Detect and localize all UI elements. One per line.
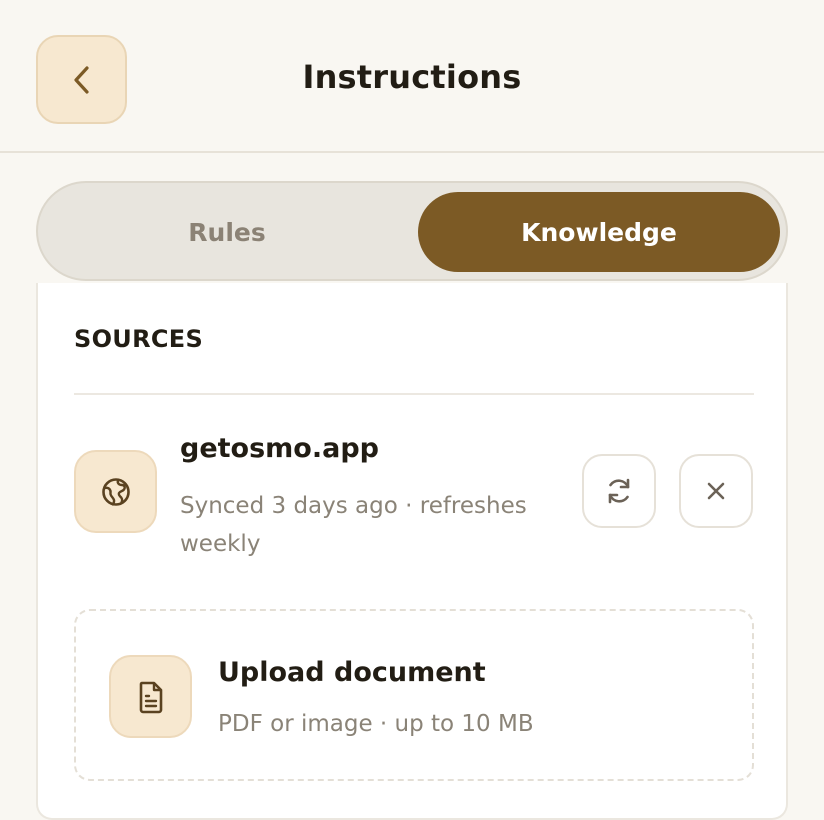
page-title: Instructions (302, 58, 522, 96)
upload-document-dropzone[interactable]: Upload document PDF or image · up to 10 … (74, 609, 754, 781)
source-sync-status: Synced 3 days ago · refreshes weekly (180, 493, 527, 557)
document-icon (139, 681, 162, 713)
section-divider (74, 393, 754, 395)
upload-subtitle: PDF or image · up to 10 MB (218, 711, 534, 737)
refresh-source-button[interactable] (582, 454, 656, 528)
source-name: getosmo.app (180, 433, 379, 464)
refresh-icon (608, 478, 630, 504)
tab-knowledge[interactable]: Knowledge (418, 192, 780, 272)
source-icon-badge (74, 450, 157, 533)
upload-icon-badge (109, 655, 192, 738)
section-title: SOURCES (74, 325, 204, 353)
close-icon (707, 482, 725, 500)
upload-title: Upload document (218, 657, 486, 688)
tab-rules[interactable]: Rules (47, 192, 407, 272)
remove-source-button[interactable] (679, 454, 753, 528)
globe-icon (101, 477, 130, 506)
segmented-tabs: Rules Knowledge (36, 181, 788, 281)
knowledge-panel: SOURCES getosmo.app Synced 3 days ago · … (36, 283, 788, 820)
header-bar: Instructions (0, 0, 824, 153)
